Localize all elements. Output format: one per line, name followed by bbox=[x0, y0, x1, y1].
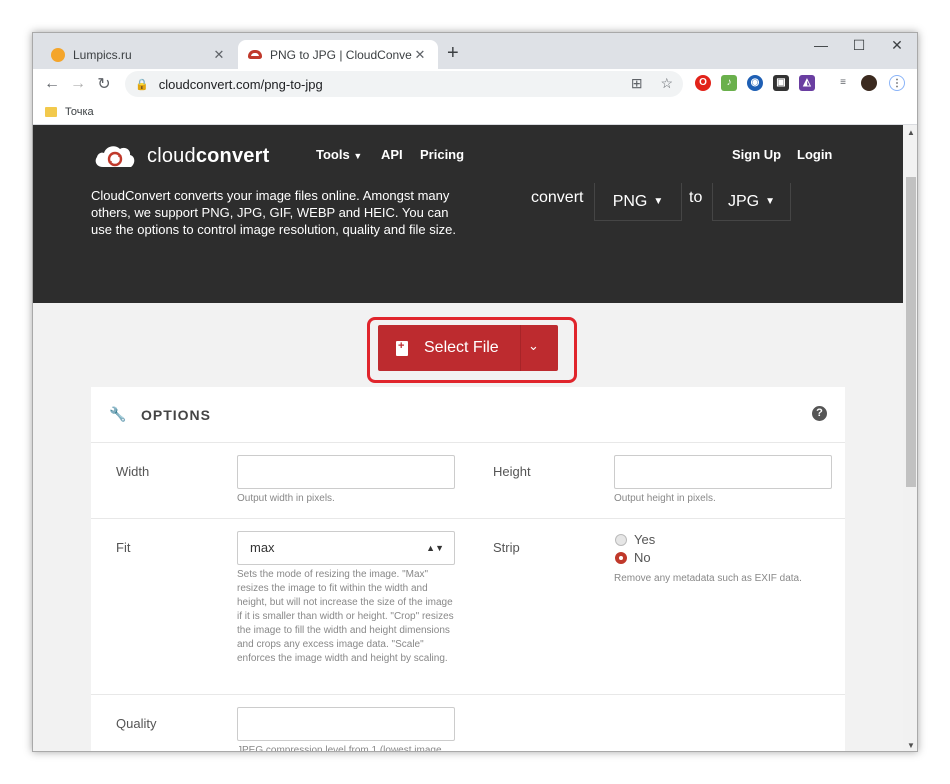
folder-icon bbox=[45, 106, 57, 117]
select-arrows-icon: ▲▼ bbox=[426, 543, 444, 553]
address-bar[interactable]: 🔒 cloudconvert.com/png-to-jpg ⊞ ☆ bbox=[125, 71, 683, 97]
translate-icon[interactable]: ⊞ bbox=[631, 75, 643, 91]
media-queue-icon[interactable]: ≡ bbox=[835, 75, 851, 91]
fit-label: Fit bbox=[116, 540, 131, 555]
scroll-thumb[interactable] bbox=[906, 177, 916, 487]
strip-hint: Remove any metadata such as EXIF data. bbox=[614, 573, 802, 584]
tab-title: PNG to JPG | CloudConvert bbox=[270, 47, 412, 62]
height-label: Height bbox=[493, 464, 531, 479]
help-icon[interactable]: ? bbox=[812, 406, 827, 421]
chevron-down-icon: ▼ bbox=[353, 151, 363, 161]
nav-api[interactable]: API bbox=[381, 147, 403, 162]
nav-pricing[interactable]: Pricing bbox=[420, 147, 464, 162]
strip-no-radio[interactable]: No bbox=[615, 550, 651, 565]
width-hint: Output width in pixels. bbox=[237, 493, 335, 504]
new-tab-button[interactable]: + bbox=[447, 43, 459, 63]
row-dimensions: Width Output width in pixels. Height Out… bbox=[91, 443, 845, 519]
bookmark-star-icon[interactable]: ☆ bbox=[660, 75, 673, 91]
image-extension-icon[interactable]: ◭ bbox=[799, 75, 815, 91]
height-hint: Output height in pixels. bbox=[614, 493, 716, 504]
from-format-value: PNG bbox=[612, 192, 648, 210]
row-quality: Quality JPEG compression level from 1 (l… bbox=[91, 695, 845, 752]
to-format-select[interactable]: JPG ▼ bbox=[712, 183, 791, 221]
from-format-select[interactable]: PNG ▼ bbox=[594, 183, 682, 221]
quality-hint: JPEG compression level from 1 (lowest im… bbox=[237, 745, 442, 752]
page-viewport: cloudconvert Tools ▼ API Pricing Sign Up… bbox=[33, 125, 903, 752]
wrench-icon: 🔧 bbox=[109, 406, 127, 422]
site-logo[interactable]: cloudconvert bbox=[93, 141, 269, 171]
opera-extension-icon[interactable]: O bbox=[695, 75, 711, 91]
width-label: Width bbox=[116, 464, 150, 479]
radio-checked-icon bbox=[615, 551, 627, 564]
forward-button[interactable]: → bbox=[65, 75, 91, 93]
width-input[interactable] bbox=[237, 455, 455, 489]
bookmark-folder[interactable]: Точка bbox=[65, 106, 94, 118]
chevron-down-icon: ▼ bbox=[765, 196, 776, 207]
page-scrollbar[interactable]: ▲ ▼ bbox=[903, 125, 917, 751]
cloudconvert-favicon-icon bbox=[248, 50, 262, 59]
avatar[interactable] bbox=[861, 75, 877, 91]
package-extension-icon[interactable]: ▣ bbox=[773, 75, 789, 91]
strip-no-label: No bbox=[634, 550, 651, 565]
bookmarks-bar: Точка bbox=[33, 99, 917, 125]
menu-dots-icon[interactable]: ⋮ bbox=[889, 75, 905, 91]
tab-cloudconvert[interactable]: PNG to JPG | CloudConvert ✕ bbox=[238, 40, 438, 69]
scroll-down-icon[interactable]: ▼ bbox=[903, 741, 917, 750]
close-window-button[interactable]: ✕ bbox=[879, 37, 915, 54]
chevron-down-icon: ▼ bbox=[653, 196, 664, 207]
nav-tools-label: Tools bbox=[316, 147, 350, 162]
minimize-button[interactable]: — bbox=[803, 37, 839, 53]
hero-section: cloudconvert Tools ▼ API Pricing Sign Up… bbox=[33, 125, 903, 303]
fit-value: max bbox=[250, 540, 275, 555]
cloud-logo-icon bbox=[93, 141, 137, 171]
radio-unchecked-icon bbox=[615, 533, 627, 546]
scroll-up-icon[interactable]: ▲ bbox=[903, 128, 917, 137]
globe-extension-icon[interactable]: ◉ bbox=[747, 75, 763, 91]
reload-button[interactable]: ↻ bbox=[91, 74, 117, 94]
file-plus-icon bbox=[396, 340, 408, 356]
maximize-button[interactable]: ☐ bbox=[841, 37, 877, 54]
tab-lumpics[interactable]: Lumpics.ru ✕ bbox=[41, 40, 237, 69]
nav-signup[interactable]: Sign Up bbox=[732, 147, 781, 162]
select-file-button[interactable]: Select File ⌄ bbox=[378, 325, 558, 371]
url-text: cloudconvert.com/png-to-jpg bbox=[158, 76, 323, 92]
strip-yes-radio[interactable]: Yes bbox=[615, 532, 655, 547]
browser-window: Lumpics.ru ✕ PNG to JPG | CloudConvert ✕… bbox=[32, 32, 918, 752]
chevron-down-icon[interactable]: ⌄ bbox=[528, 338, 539, 354]
fit-hint: Sets the mode of resizing the image. "Ma… bbox=[237, 569, 454, 664]
back-button[interactable]: ← bbox=[39, 75, 65, 93]
close-tab-icon[interactable]: ✕ bbox=[412, 47, 428, 63]
convert-label: convert bbox=[531, 189, 584, 206]
brand-light: cloud bbox=[147, 144, 196, 167]
to-label: to bbox=[689, 189, 703, 206]
strip-yes-label: Yes bbox=[634, 532, 656, 547]
tab-bar: Lumpics.ru ✕ PNG to JPG | CloudConvert ✕… bbox=[33, 33, 917, 69]
to-format-value: JPG bbox=[727, 192, 760, 210]
tab-title: Lumpics.ru bbox=[73, 47, 132, 62]
select-file-label: Select File bbox=[424, 339, 499, 356]
lock-icon: 🔒 bbox=[135, 78, 149, 91]
close-tab-icon[interactable]: ✕ bbox=[211, 47, 227, 63]
nav-tools[interactable]: Tools ▼ bbox=[316, 147, 362, 162]
brand-bold: convert bbox=[195, 144, 270, 167]
options-header: 🔧 OPTIONS ? bbox=[91, 387, 845, 443]
options-title: OPTIONS bbox=[141, 406, 212, 423]
fit-select[interactable]: max ▲▼ bbox=[237, 531, 455, 565]
hero-description: CloudConvert converts your image files o… bbox=[91, 188, 456, 237]
quality-label: Quality bbox=[116, 716, 157, 731]
options-panel: 🔧 OPTIONS ? Width Output width in pixels… bbox=[91, 387, 845, 752]
music-extension-icon[interactable]: ♪ bbox=[721, 75, 737, 91]
strip-label: Strip bbox=[493, 540, 520, 555]
row-fit-strip: Fit max ▲▼ Sets the mode of resizing the… bbox=[91, 519, 845, 695]
nav-login[interactable]: Login bbox=[797, 147, 832, 162]
quality-input[interactable] bbox=[237, 707, 455, 741]
height-input[interactable] bbox=[614, 455, 832, 489]
lumpics-favicon-icon bbox=[51, 47, 65, 62]
